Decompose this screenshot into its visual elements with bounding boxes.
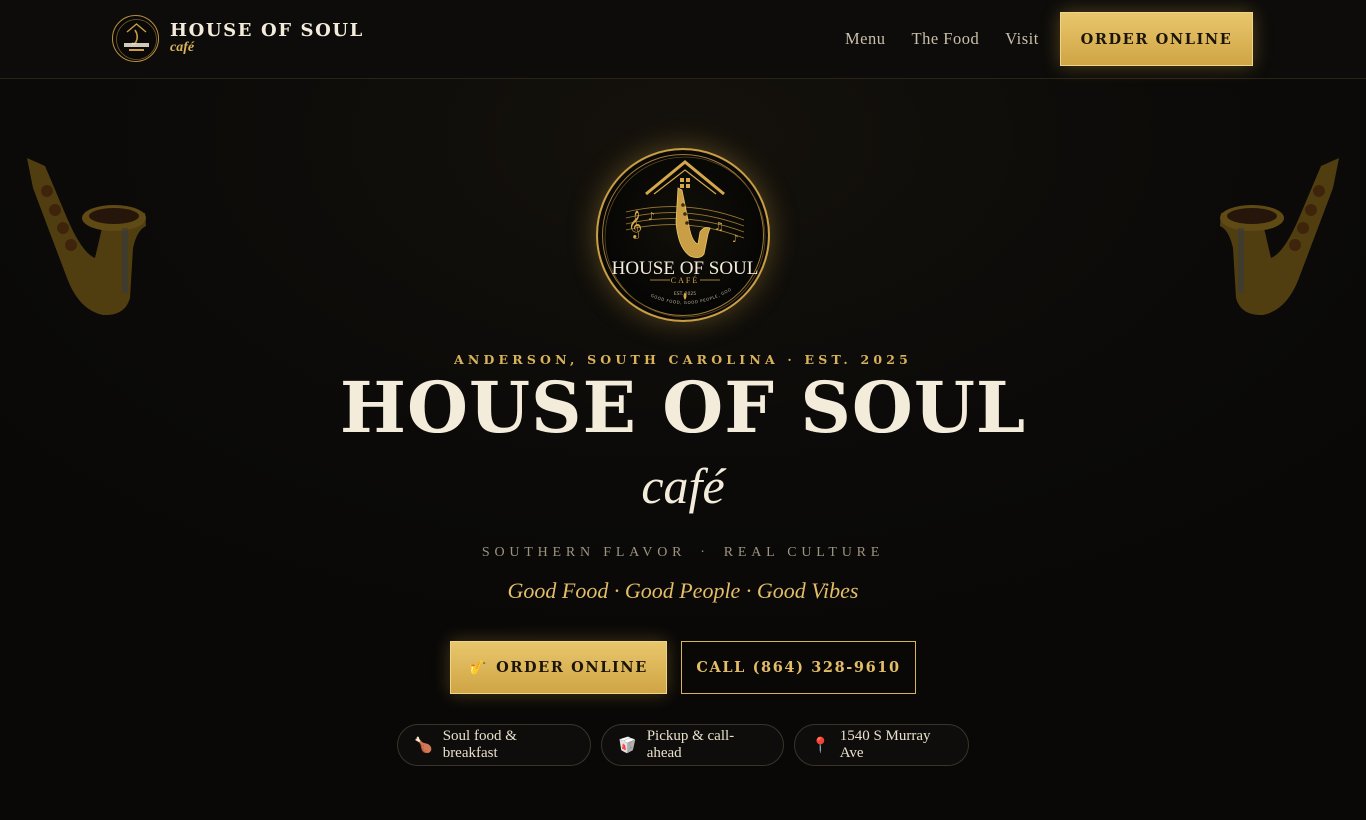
svg-text:♪: ♪ [648,210,655,223]
hero-motto: Good Food · Good People · Good Vibes [507,578,859,603]
hero-tagline: SOUTHERN FLAVOR · REAL CULTURE [0,545,1366,561]
brand-name: HOUSE OF SOUL [170,20,364,41]
nav-order-online-button[interactable]: ORDER ONLINE [1060,12,1253,66]
nav-links: Menu The Food Visit [845,29,1065,49]
hero-title: HOUSE OF SOUL [339,366,1027,449]
svg-text:𝄞: 𝄞 [628,210,642,239]
hero-eyebrow: ANDERSON, SOUTH CAROLINA · EST. 2025 [453,352,913,367]
nav-link-menu[interactable]: Menu [845,29,886,49]
brand-subtitle: café [170,40,195,55]
saxophone-icon: 🎷 [469,659,489,676]
nav-link-visit[interactable]: Visit [1005,29,1039,49]
hero-logo-cafe: CAFÉ [671,275,699,285]
chip-label: Pickup & call-ahead [646,728,735,761]
svg-text:♫: ♫ [714,220,724,233]
hero-cafe-script: café [641,458,725,514]
hero-call-button[interactable]: CALL (864) 328-9610 [681,641,916,694]
tagline-real-culture: REAL CULTURE [723,545,885,560]
saxophone-left-icon [27,158,152,318]
hero-order-online-label: ORDER ONLINE [496,659,648,676]
hero-logo: 𝄞 ♪ ♫ ♪ HOUSE OF SOUL CAFÉ EST. 2025 GOO… [596,148,770,322]
top-navbar: HOUSE OF SOUL café Menu The Food Visit O… [0,0,1366,79]
svg-text:♪: ♪ [732,234,738,245]
chip-soul-food: 🍗 Soul food & breakfast [397,724,591,766]
chip-label: 1540 S Murray Ave [839,728,931,761]
brand-logo-icon [112,15,159,62]
takeout-box-icon: 🥡 [618,737,637,754]
chip-address[interactable]: 📍 1540 S Murray Ave [794,724,969,766]
tagline-separator: · [700,545,710,560]
brand[interactable]: HOUSE OF SOUL café [112,15,364,62]
chip-pickup: 🥡 Pickup & call-ahead [601,724,784,766]
nav-link-the-food[interactable]: The Food [912,29,980,49]
hero-order-online-button[interactable]: 🎷 ORDER ONLINE [450,641,667,694]
tagline-southern-flavor: SOUTHERN FLAVOR [481,545,687,560]
location-pin-icon: 📍 [811,737,830,754]
chip-label: Soul food & breakfast [442,728,517,761]
saxophone-right-icon [1214,158,1339,318]
drumstick-icon: 🍗 [414,737,433,754]
